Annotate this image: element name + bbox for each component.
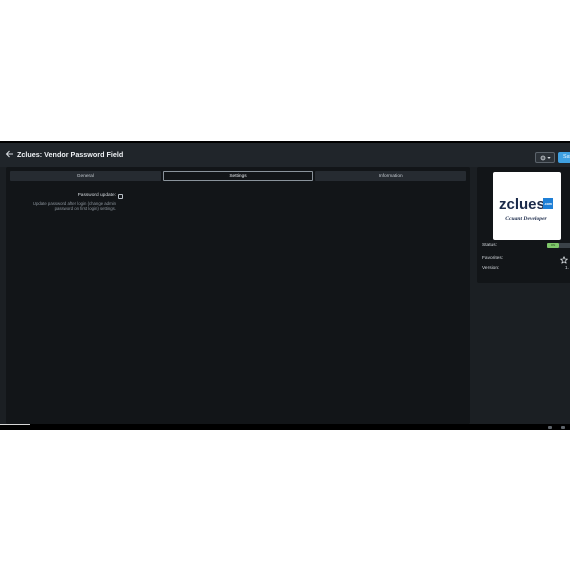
tab-general[interactable]: General <box>10 171 161 181</box>
tray-icon[interactable] <box>561 426 565 429</box>
status-badge[interactable]: ON <box>547 243 559 248</box>
password-update-help-text: Update password after login (change admi… <box>32 201 116 212</box>
tab-bar: General Settings Information <box>10 171 467 181</box>
version-value: 1. <box>565 266 570 271</box>
taskbar <box>0 424 570 430</box>
app-window: Zclues: Vendor Password Field Save Gener… <box>0 141 570 430</box>
main-panel: General Settings Information Password up… <box>6 167 470 424</box>
gear-icon <box>539 154 546 161</box>
logo-suffix-text: .com <box>544 202 552 206</box>
logo-brand-text: zclues <box>499 196 545 213</box>
chevron-down-icon <box>546 156 551 160</box>
password-update-label: Password update: <box>77 193 116 198</box>
module-info-panel: zclues .com Ccuant Developer Status: ON … <box>477 167 570 283</box>
tab-information[interactable]: Information <box>315 171 467 181</box>
settings-menu-button[interactable] <box>535 152 555 163</box>
version-label: Version: <box>482 266 500 271</box>
loading-indicator <box>0 424 30 425</box>
tray-icon[interactable] <box>548 426 552 429</box>
status-label: Status: <box>482 243 497 248</box>
page-header: Zclues: Vendor Password Field Save <box>0 143 570 167</box>
logo-tagline-text: Ccuant Developer <box>505 216 547 222</box>
password-update-checkbox[interactable] <box>118 194 123 199</box>
status-toggle-track[interactable] <box>559 243 570 248</box>
back-arrow-icon[interactable] <box>5 149 14 159</box>
page-title: Zclues: Vendor Password Field <box>17 150 124 159</box>
module-logo: zclues .com Ccuant Developer <box>493 172 561 240</box>
favorites-label: Favorites: <box>482 256 504 261</box>
star-outline-icon[interactable] <box>560 256 568 264</box>
tab-settings[interactable]: Settings <box>162 171 314 181</box>
save-button[interactable]: Save <box>558 152 570 163</box>
